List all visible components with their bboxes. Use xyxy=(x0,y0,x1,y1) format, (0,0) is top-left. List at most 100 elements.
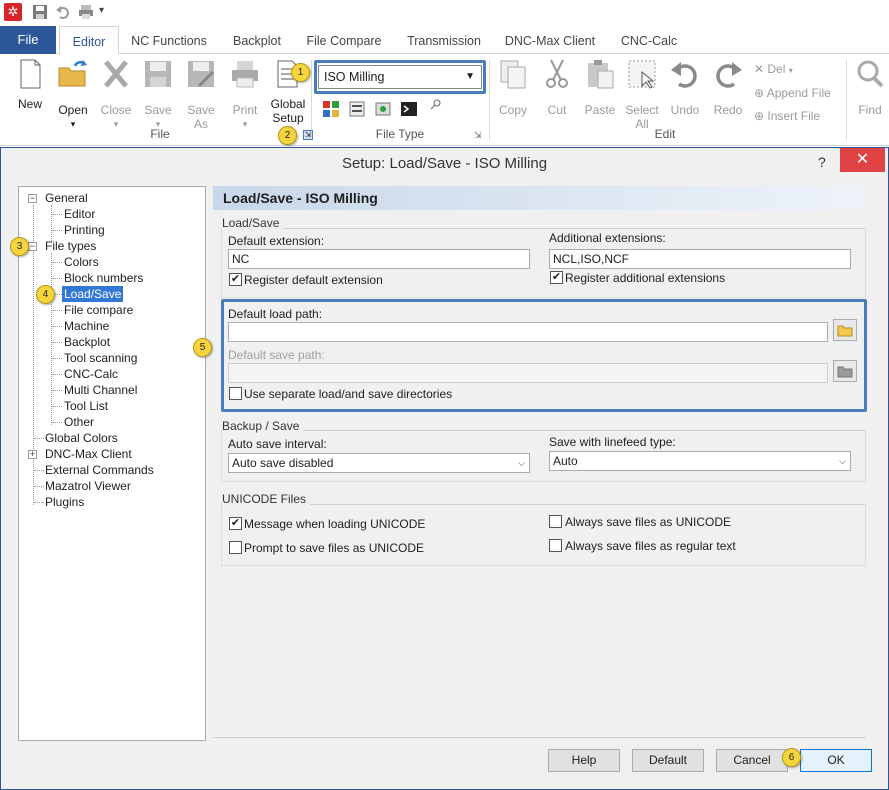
always-regular-label: Always save files as regular text xyxy=(565,539,736,553)
append-icon: ⊕ xyxy=(754,86,767,100)
magnifier-icon[interactable] xyxy=(430,98,442,110)
cancel-button[interactable]: Cancel xyxy=(716,749,788,772)
open-button[interactable]: Open ▾ xyxy=(52,58,94,131)
save-as-label-1: Save xyxy=(187,103,215,117)
help-button[interactable]: Help xyxy=(548,749,620,772)
copy-label: Copy xyxy=(498,103,527,117)
find-button[interactable]: Find xyxy=(852,58,888,117)
cut-button[interactable]: Cut xyxy=(538,58,576,117)
insert-icon: ⊕ xyxy=(754,109,768,123)
auto-save-value: Auto save disabled xyxy=(232,456,334,470)
prompt-unicode-checkbox[interactable] xyxy=(229,541,242,554)
tree-item-printing[interactable]: Printing xyxy=(64,222,105,238)
group-separator xyxy=(489,60,490,140)
dialog-launcher-icon[interactable]: ⇲ xyxy=(474,130,482,141)
open-dropdown-icon[interactable]: ▾ xyxy=(52,117,94,131)
print-icon[interactable] xyxy=(78,4,94,20)
select-all-button[interactable]: Select All xyxy=(622,58,662,131)
paste-button[interactable]: Paste xyxy=(580,58,620,117)
help-icon[interactable]: ? xyxy=(818,154,826,170)
save-icon[interactable] xyxy=(32,4,48,20)
msg-unicode-checkbox[interactable]: ✔ xyxy=(229,517,242,530)
register-default-label: Register default extension xyxy=(244,273,383,287)
new-document-icon xyxy=(20,59,41,89)
redo-label: Redo xyxy=(713,103,743,117)
redo-button[interactable]: Redo xyxy=(708,58,748,117)
close-dialog-button[interactable]: ✕ xyxy=(840,148,885,172)
tree-item-general[interactable]: General xyxy=(45,190,88,206)
register-additional-checkbox[interactable]: ✔ xyxy=(550,271,563,284)
tab-dnc-max-client[interactable]: DNC-Max Client xyxy=(498,26,602,55)
customize-qat-icon[interactable]: ▾ xyxy=(99,5,104,16)
insert-file-button[interactable]: ⊕ Insert File xyxy=(754,109,820,123)
panel-title: Load/Save - ISO Milling xyxy=(213,186,866,210)
tree-item-plugins[interactable]: Plugins xyxy=(45,494,84,510)
msg-unicode-label: Message when loading UNICODE xyxy=(244,517,426,531)
print-button[interactable]: Print ▾ xyxy=(226,58,264,131)
load-path-highlight xyxy=(221,299,867,412)
tab-file-compare[interactable]: File Compare xyxy=(300,26,388,55)
tree-item-tool-list[interactable]: Tool List xyxy=(64,398,108,414)
default-extension-label: Default extension: xyxy=(228,234,325,248)
copy-icon xyxy=(500,60,526,89)
undo-icon[interactable] xyxy=(55,4,71,20)
tree-item-file-compare[interactable]: File compare xyxy=(64,302,133,318)
tree-item-file-types[interactable]: File types xyxy=(45,238,96,254)
tab-transmission[interactable]: Transmission xyxy=(400,26,488,55)
tree-item-colors[interactable]: Colors xyxy=(64,254,99,270)
tree-item-multi-channel[interactable]: Multi Channel xyxy=(64,382,137,398)
quick-access-toolbar xyxy=(0,0,889,26)
save-button[interactable]: Save ▾ xyxy=(140,58,176,131)
new-button[interactable]: New xyxy=(10,58,50,111)
backup-group-label: Backup / Save xyxy=(222,419,304,433)
settings-tree[interactable]: − General Editor Printing − File types C… xyxy=(18,186,206,741)
tree-item-dnc-max-client[interactable]: DNC-Max Client xyxy=(45,446,132,462)
auto-save-select[interactable]: Auto save disabled ⌵ xyxy=(228,453,530,473)
delete-button[interactable]: ✕ Del ▾ xyxy=(754,62,793,76)
register-default-checkbox[interactable]: ✔ xyxy=(229,273,242,286)
always-regular-checkbox[interactable] xyxy=(549,539,562,552)
open-folder-icon xyxy=(58,60,87,87)
console-icon[interactable] xyxy=(400,100,418,118)
tree-item-load-save[interactable]: Load/Save xyxy=(62,286,124,302)
additional-extensions-input[interactable]: NCL,ISO,NCF xyxy=(549,249,851,269)
append-file-button[interactable]: ⊕ Append File xyxy=(754,86,831,100)
default-button[interactable]: Default xyxy=(632,749,704,772)
copy-button[interactable]: Copy xyxy=(494,58,532,117)
button-bar-divider xyxy=(213,737,866,738)
tree-item-backplot[interactable]: Backplot xyxy=(64,334,110,350)
default-extension-input[interactable]: NC xyxy=(228,249,530,269)
block-numbers-icon[interactable] xyxy=(348,100,366,118)
delete-label: Del xyxy=(767,62,786,76)
save-as-button[interactable]: Save As xyxy=(182,58,220,131)
tree-item-global-colors[interactable]: Global Colors xyxy=(45,430,118,446)
tree-item-cnc-calc[interactable]: CNC-Calc xyxy=(64,366,118,382)
tab-editor[interactable]: Editor xyxy=(59,26,119,55)
tree-item-machine[interactable]: Machine xyxy=(64,318,109,334)
print-dropdown-icon: ▾ xyxy=(242,119,248,129)
tab-file[interactable]: File xyxy=(0,26,56,54)
select-all-label-1: Select xyxy=(625,103,659,117)
undo-button[interactable]: Undo xyxy=(666,58,704,117)
save-as-label-2: As xyxy=(193,117,208,131)
close-button[interactable]: Close ▾ xyxy=(96,58,136,131)
tree-item-mazatrol-viewer[interactable]: Mazatrol Viewer xyxy=(45,478,131,494)
colors-icon[interactable] xyxy=(322,100,340,118)
app-icon[interactable]: ✲ xyxy=(4,3,22,21)
undo-arrow-icon xyxy=(671,62,697,88)
tab-cnc-calc[interactable]: CNC-Calc xyxy=(614,26,684,55)
always-unicode-checkbox[interactable] xyxy=(549,515,562,528)
tree-item-tool-scanning[interactable]: Tool scanning xyxy=(64,350,137,366)
tree-item-block-numbers[interactable]: Block numbers xyxy=(64,270,143,286)
ok-button[interactable]: OK xyxy=(800,749,872,772)
machine-icon[interactable] xyxy=(374,100,392,118)
print-label: Print xyxy=(232,103,258,117)
tree-item-editor[interactable]: Editor xyxy=(64,206,95,222)
tree-item-other[interactable]: Other xyxy=(64,414,94,430)
tree-item-external-commands[interactable]: External Commands xyxy=(45,462,154,478)
linefeed-select[interactable]: Auto ⌵ xyxy=(549,451,851,471)
setup-launcher-icon[interactable]: ⇲ xyxy=(303,130,313,140)
tab-nc-functions[interactable]: NC Functions xyxy=(124,26,214,55)
tab-backplot[interactable]: Backplot xyxy=(225,26,289,55)
find-label: Find xyxy=(858,103,882,117)
